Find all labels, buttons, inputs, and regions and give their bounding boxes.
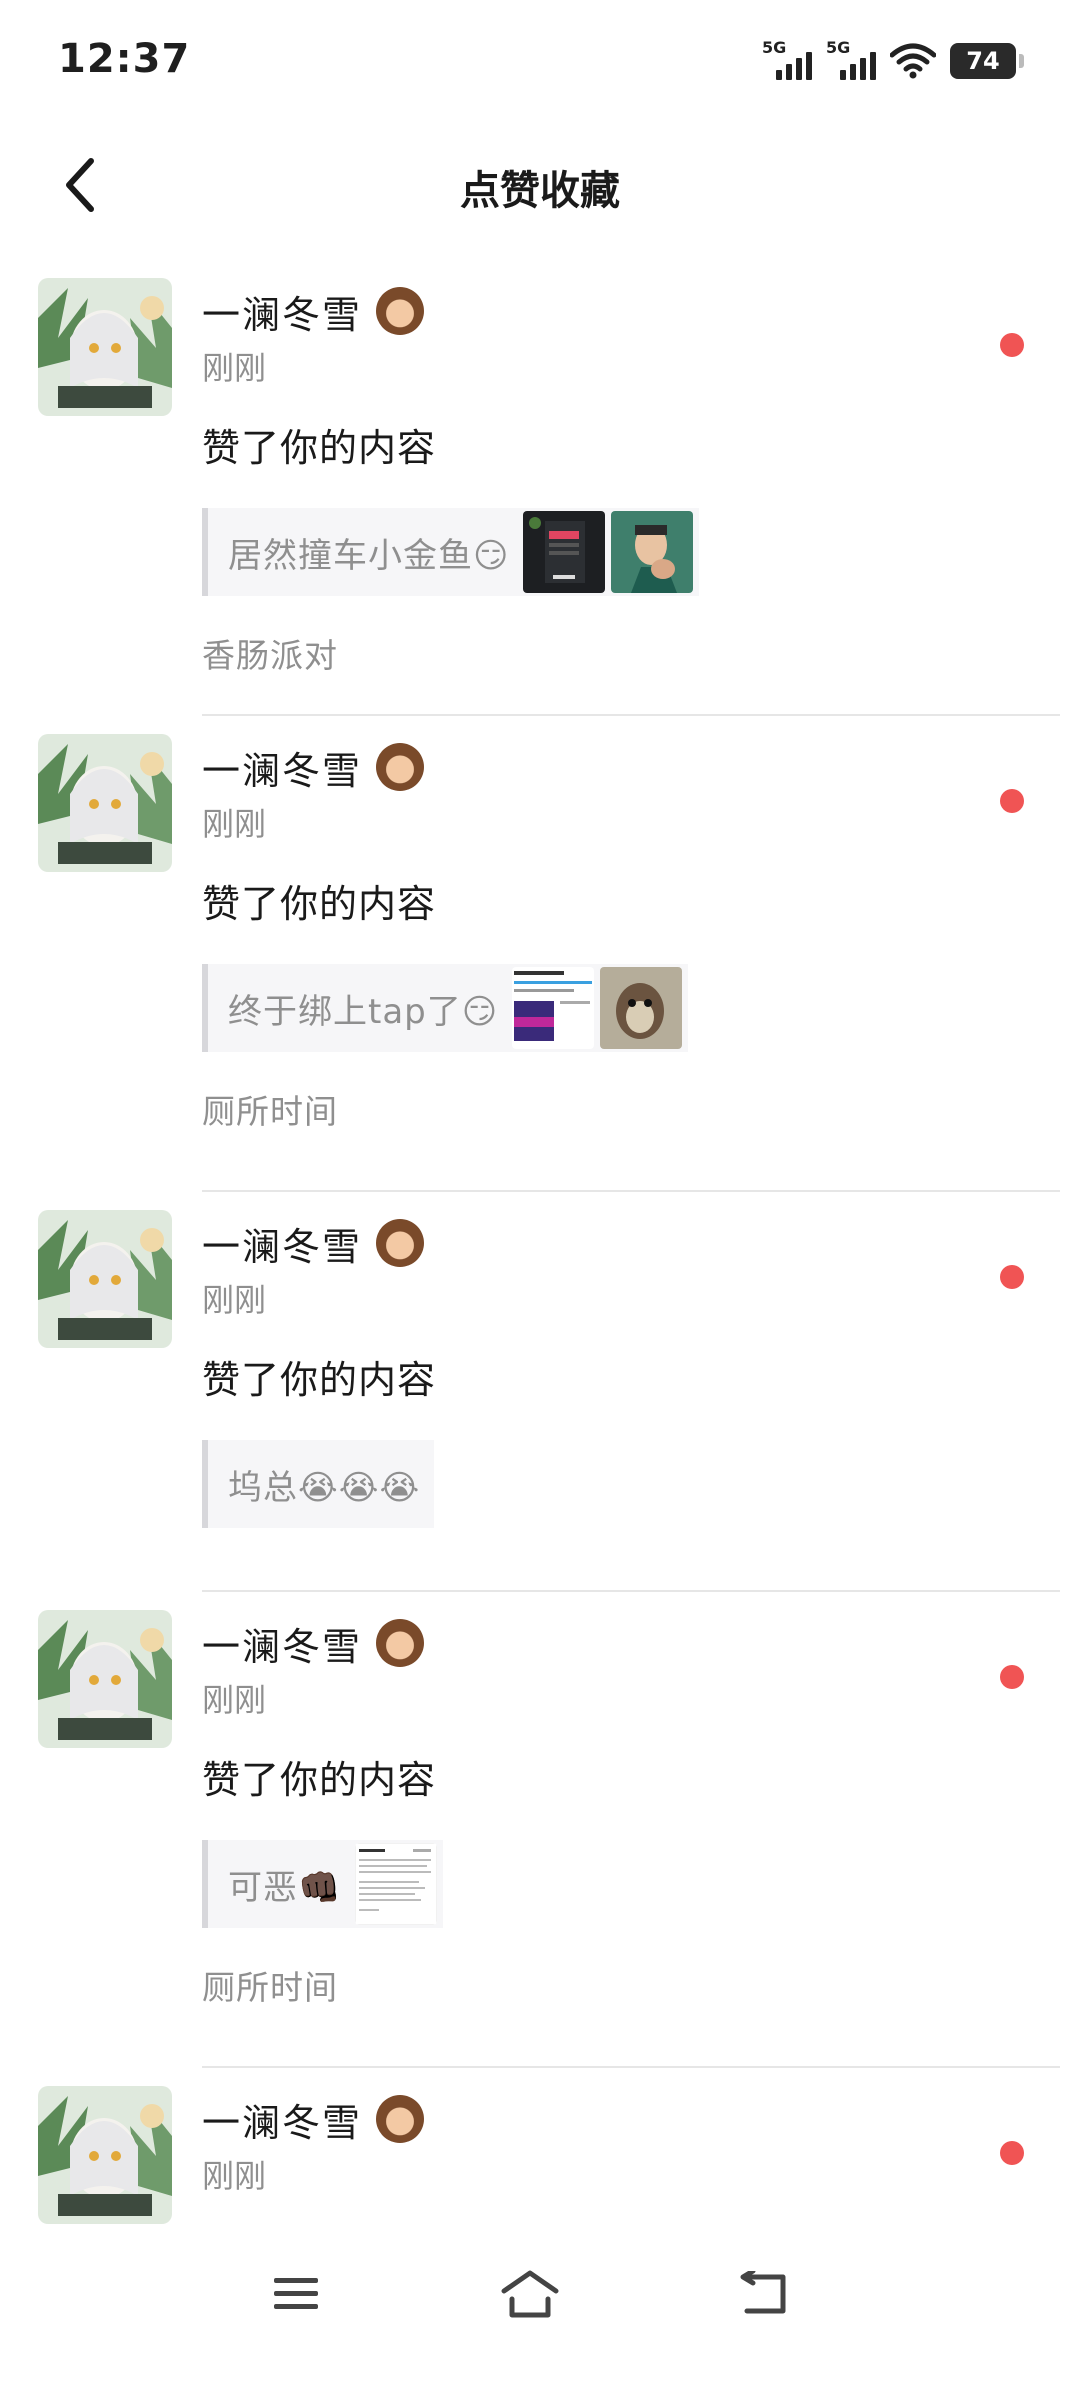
timestamp: 刚刚 <box>202 1281 267 1319</box>
quoted-post[interactable]: 终于绑上tap了😏 <box>202 964 689 1052</box>
header: 点赞收藏 <box>0 130 1080 240</box>
menu-button[interactable] <box>256 2254 336 2334</box>
unread-dot <box>1000 1665 1024 1689</box>
avatar[interactable] <box>38 1210 172 1348</box>
list-item[interactable]: 一澜冬雪 刚刚 <box>0 2068 1080 2248</box>
wifi-icon <box>890 43 936 79</box>
page-title: 点赞收藏 <box>460 168 620 214</box>
topic-tag[interactable]: 厕所时间 <box>202 1088 1080 1136</box>
post-thumbnail[interactable] <box>611 511 694 593</box>
unread-dot <box>1000 789 1024 813</box>
user-name[interactable]: 一澜冬雪 <box>202 284 362 339</box>
topic-tag[interactable]: 厕所时间 <box>202 1964 1080 2012</box>
user-name[interactable]: 一澜冬雪 <box>202 2092 362 2147</box>
status-time: 12:37 <box>58 36 191 82</box>
system-back-button[interactable] <box>724 2254 804 2334</box>
post-thumbnail[interactable] <box>523 511 606 593</box>
user-name[interactable]: 一澜冬雪 <box>202 740 362 795</box>
signal-icon: 5G <box>826 38 876 82</box>
topic-tag[interactable]: 香肠派对 <box>202 632 1080 680</box>
timestamp: 刚刚 <box>202 2157 267 2195</box>
avatar[interactable] <box>38 1610 172 1748</box>
quoted-post[interactable]: 坞总😭😭😭 <box>202 1440 435 1528</box>
quoted-post[interactable]: 居然撞车小金鱼😏 <box>202 508 700 596</box>
avatar[interactable] <box>38 734 172 872</box>
action-text: 赞了你的内容 <box>202 426 437 470</box>
user-badge-icon <box>376 2095 425 2143</box>
action-text: 赞了你的内容 <box>202 1758 437 1802</box>
user-name[interactable]: 一澜冬雪 <box>202 1216 362 1271</box>
user-badge-icon <box>376 1619 425 1667</box>
list-item[interactable]: 一澜冬雪 刚刚 赞了你的内容 坞总😭😭😭 <box>0 1192 1080 1590</box>
menu-icon <box>274 2278 318 2309</box>
user-badge-icon <box>376 287 425 335</box>
quote-text: 终于绑上tap了😏 <box>228 991 499 1032</box>
quoted-post[interactable]: 可恶👊🏿 <box>202 1840 444 1928</box>
action-text: 赞了你的内容 <box>202 882 437 926</box>
home-icon <box>501 2270 559 2318</box>
quote-text: 居然撞车小金鱼😏 <box>228 535 510 576</box>
signal-icon: 5G <box>762 38 812 82</box>
post-thumbnail[interactable] <box>600 967 683 1049</box>
bottom-nav <box>0 2226 1080 2392</box>
unread-dot <box>1000 1265 1024 1289</box>
list-item[interactable]: 一澜冬雪 刚刚 赞了你的内容 居然撞车小金鱼😏 香肠派对 <box>0 260 1080 714</box>
status-bar: 12:37 5G 5G 74 <box>0 0 1080 120</box>
notification-list: 一澜冬雪 刚刚 赞了你的内容 居然撞车小金鱼😏 香肠派对 一澜冬雪 刚刚 赞了你… <box>0 260 1080 2248</box>
list-item[interactable]: 一澜冬雪 刚刚 赞了你的内容 终于绑上tap了😏 厕所时间 <box>0 716 1080 1190</box>
quote-text: 坞总😭😭😭 <box>228 1467 421 1508</box>
timestamp: 刚刚 <box>202 805 267 843</box>
user-badge-icon <box>376 743 425 791</box>
timestamp: 刚刚 <box>202 1681 267 1719</box>
quote-text: 可恶👊🏿 <box>228 1867 342 1908</box>
post-thumbnail[interactable] <box>355 1843 438 1925</box>
timestamp: 刚刚 <box>202 349 267 387</box>
list-item[interactable]: 一澜冬雪 刚刚 赞了你的内容 可恶👊🏿 厕所时间 <box>0 1592 1080 2066</box>
avatar[interactable] <box>38 278 172 416</box>
battery-icon: 74 <box>950 43 1024 79</box>
status-icons: 5G 5G 74 <box>762 38 1024 84</box>
action-text: 赞了你的内容 <box>202 1358 437 1402</box>
unread-dot <box>1000 2141 1024 2165</box>
avatar[interactable] <box>38 2086 172 2224</box>
user-badge-icon <box>376 1219 425 1267</box>
post-thumbnail[interactable] <box>512 967 595 1049</box>
back-icon <box>740 2271 786 2314</box>
home-button[interactable] <box>490 2254 570 2334</box>
unread-dot <box>1000 333 1024 357</box>
user-name[interactable]: 一澜冬雪 <box>202 1616 362 1671</box>
